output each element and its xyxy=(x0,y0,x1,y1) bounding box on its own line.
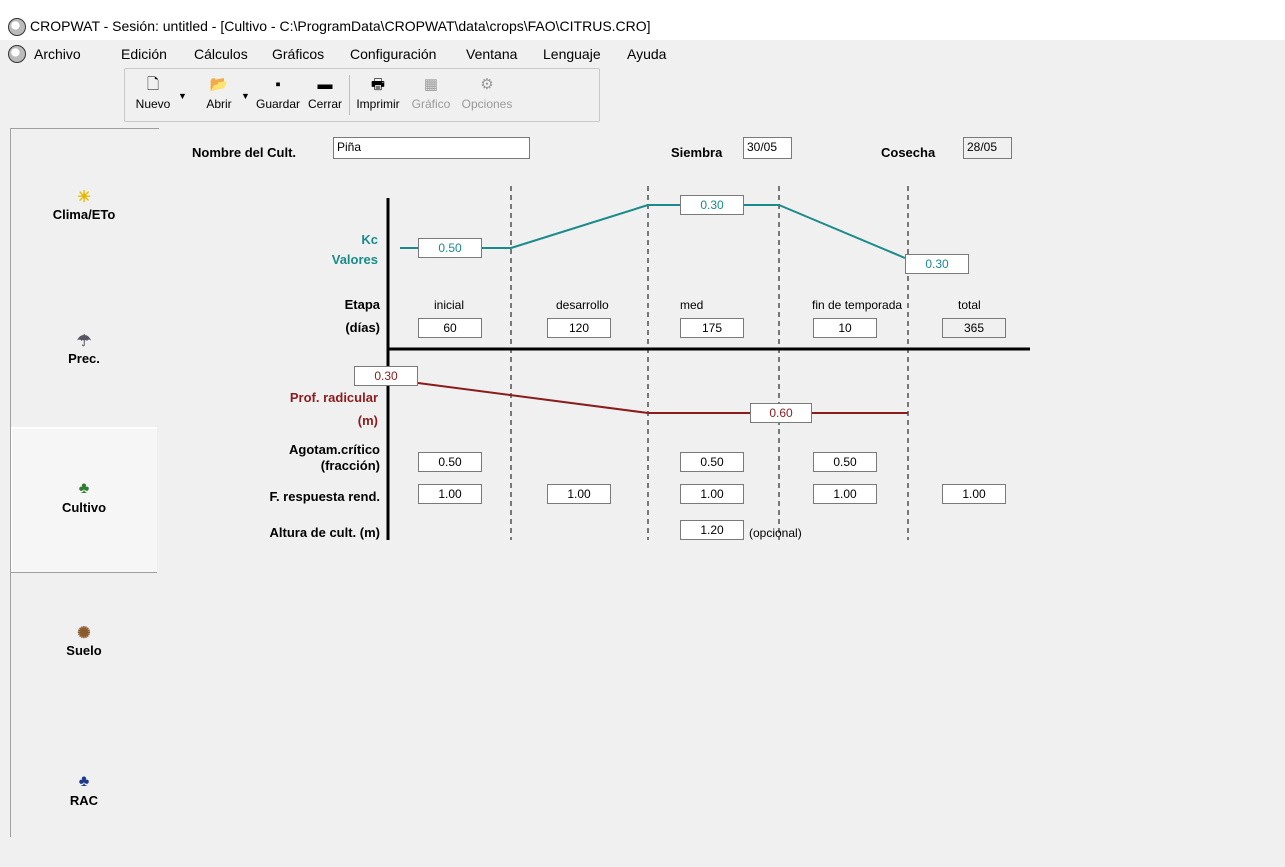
soil-icon: ✺ xyxy=(77,625,91,642)
yield-response-total-input[interactable]: 1.00 xyxy=(942,484,1006,504)
days-total-field: 365 xyxy=(942,318,1006,338)
floppy-disk-icon: ▪ xyxy=(275,76,281,93)
rain-cloud-icon: ☂ xyxy=(76,333,92,350)
harvest-label: Cosecha xyxy=(881,145,936,160)
kc-values-label: Valores xyxy=(331,252,378,267)
chart-button[interactable]: ▦ Gráfico xyxy=(407,71,455,117)
sun-icon: ☀ xyxy=(76,189,92,206)
depletion-label: Agotam.crítico xyxy=(288,442,380,457)
irrigation-schedule-icon: ♣ xyxy=(78,773,90,790)
sidebar-item-cultivo[interactable]: ♣ Cultivo xyxy=(11,427,157,573)
menu-archivo[interactable]: Archivo xyxy=(34,46,81,62)
sowing-date-input[interactable]: 30/05 xyxy=(743,137,792,159)
printer-icon: 🖶 xyxy=(370,76,386,93)
new-document-icon: 🗋 xyxy=(146,76,160,93)
toolbar-separator xyxy=(349,75,350,115)
root-depth-unit-label: (m) xyxy=(357,413,378,428)
days-development-input[interactable]: 120 xyxy=(547,318,611,338)
menu-edicion[interactable]: Edición xyxy=(121,46,167,62)
save-button[interactable]: ▪ Guardar xyxy=(255,71,301,117)
crop-height-optional-note: (opcional) xyxy=(749,526,802,540)
root-depth-curve xyxy=(417,382,908,414)
sidebar-item-clima[interactable]: ☀ Clima/ETo xyxy=(11,129,157,273)
crop-name-input[interactable]: Piña xyxy=(333,137,530,159)
stage-name-mid: med xyxy=(680,298,704,312)
kc-segment xyxy=(778,204,906,259)
stage-name-total: total xyxy=(958,298,981,312)
days-mid-input[interactable]: 175 xyxy=(680,318,744,338)
new-button[interactable]: 🗋 Nuevo xyxy=(131,71,175,117)
depletion-unit-label: (fracción) xyxy=(320,458,380,473)
depletion-mid-input[interactable]: 0.50 xyxy=(680,452,744,472)
open-button[interactable]: 📂 Abrir xyxy=(199,71,239,117)
yield-response-late-input[interactable]: 1.00 xyxy=(813,484,877,504)
chart-icon: ▦ xyxy=(423,76,439,93)
menu-configuracion[interactable]: Configuración xyxy=(350,46,436,62)
sidebar-item-prec[interactable]: ☂ Prec. xyxy=(11,275,157,419)
close-button[interactable]: ▬ Cerrar xyxy=(303,71,347,117)
crop-height-label: Altura de cult. (m) xyxy=(269,525,380,540)
open-folder-icon: 📂 xyxy=(209,76,229,93)
options-icon: ⚙ xyxy=(480,76,494,93)
module-sidebar: ☀ Clima/ETo ☂ Prec. ♣ Cultivo ✺ Suelo ♣ … xyxy=(10,128,159,837)
days-late-input[interactable]: 10 xyxy=(813,318,877,338)
toolbar: 🗋 Nuevo ▼ 📂 Abrir ▼ ▪ Guardar ▬ Cerrar 🖶… xyxy=(124,68,600,122)
menu-graficos[interactable]: Gráficos xyxy=(272,46,324,62)
yield-response-development-input[interactable]: 1.00 xyxy=(547,484,611,504)
document-system-menu-icon[interactable] xyxy=(8,45,26,63)
root-depth-label: Prof. radicular xyxy=(289,390,378,405)
menu-ayuda[interactable]: Ayuda xyxy=(627,46,666,62)
crop-stage-diagram xyxy=(386,186,1030,540)
kc-segment xyxy=(510,204,649,249)
menu-bar: Archivo Edición Cálculos Gráficos Config… xyxy=(0,42,1285,66)
root-segment xyxy=(417,382,649,414)
root-depth-max-input[interactable]: 0.60 xyxy=(750,403,812,423)
sidebar-item-rac[interactable]: ♣ RAC xyxy=(11,723,157,867)
plant-icon: ♣ xyxy=(78,480,90,497)
yield-response-label: F. respuesta rend. xyxy=(269,489,380,504)
close-folder-icon: ▬ xyxy=(317,76,333,93)
yield-response-mid-input[interactable]: 1.00 xyxy=(680,484,744,504)
crop-height-input[interactable]: 1.20 xyxy=(680,520,744,540)
new-dropdown-arrow-icon[interactable]: ▼ xyxy=(178,91,187,101)
menu-lenguaje[interactable]: Lenguaje xyxy=(543,46,601,62)
kc-mid-input[interactable]: 0.30 xyxy=(680,195,744,215)
sidebar-item-suelo[interactable]: ✺ Suelo xyxy=(11,575,157,719)
root-depth-initial-input[interactable]: 0.30 xyxy=(354,366,418,386)
kc-initial-input[interactable]: 0.50 xyxy=(418,238,482,258)
title-bar: CROPWAT - Sesión: untitled - [Cultivo - … xyxy=(0,0,1285,40)
days-initial-input[interactable]: 60 xyxy=(418,318,482,338)
open-dropdown-arrow-icon[interactable]: ▼ xyxy=(241,91,250,101)
menu-ventana[interactable]: Ventana xyxy=(466,46,517,62)
depletion-initial-input[interactable]: 0.50 xyxy=(418,452,482,472)
options-button[interactable]: ⚙ Opciones xyxy=(459,71,515,117)
cropwat-logo-icon xyxy=(8,18,26,36)
stage-name-initial: inicial xyxy=(434,298,465,312)
stage-name-development: desarrollo xyxy=(556,298,609,312)
stage-name-late: fin de temporada xyxy=(812,298,903,312)
crop-name-label: Nombre del Cult. xyxy=(192,145,297,160)
print-button[interactable]: 🖶 Imprimir xyxy=(353,71,403,117)
menu-calculos[interactable]: Cálculos xyxy=(194,46,248,62)
yield-response-initial-input[interactable]: 1.00 xyxy=(418,484,482,504)
stage-label: Etapa xyxy=(344,297,380,312)
window-title: CROPWAT - Sesión: untitled - [Cultivo - … xyxy=(30,18,651,34)
sowing-label: Siembra xyxy=(671,145,723,160)
depletion-late-input[interactable]: 0.50 xyxy=(813,452,877,472)
harvest-date-field: 28/05 xyxy=(963,137,1012,159)
kc-end-input[interactable]: 0.30 xyxy=(905,254,969,274)
days-label: (días) xyxy=(345,320,380,335)
kc-label: Kc xyxy=(361,232,378,247)
